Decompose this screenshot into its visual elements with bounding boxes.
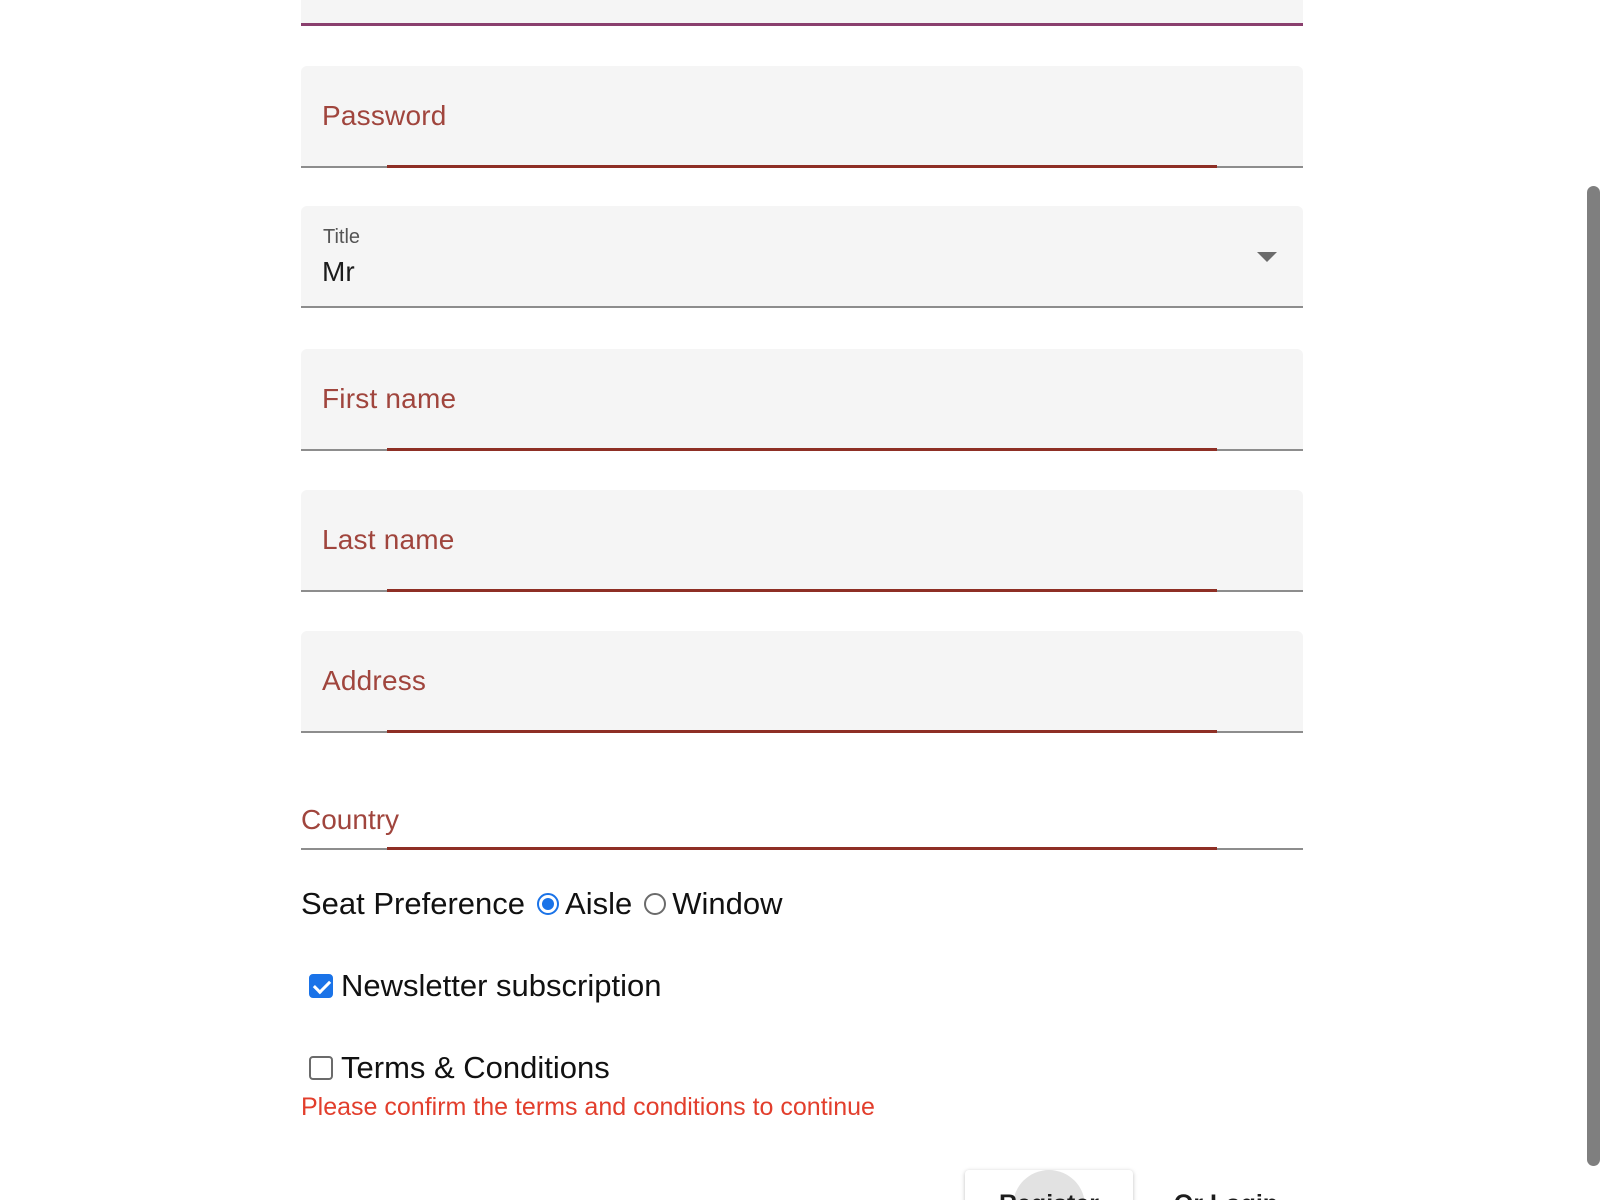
- focus-underline: [301, 23, 1303, 26]
- seat-preference-label: Seat Preference: [301, 886, 526, 921]
- page: Password Title Mr First name Last name A…: [0, 0, 1600, 1200]
- seat-preference-group: Seat Preference Aisle Window: [301, 884, 793, 924]
- title-label: Title: [323, 226, 361, 248]
- terms-error-message: Please confirm the terms and conditions …: [301, 1093, 875, 1121]
- field-underline: [301, 306, 1303, 308]
- first-name-field[interactable]: First name: [301, 349, 1303, 451]
- register-button[interactable]: Register: [965, 1170, 1133, 1200]
- first-name-placeholder: First name: [322, 383, 457, 414]
- window-radio[interactable]: [644, 893, 667, 915]
- address-field[interactable]: Address: [301, 631, 1303, 733]
- error-underline: [387, 730, 1217, 733]
- password-field[interactable]: Password: [301, 66, 1303, 168]
- error-underline: [387, 847, 1217, 850]
- last-name-field[interactable]: Last name: [301, 490, 1303, 592]
- last-name-placeholder: Last name: [322, 524, 455, 555]
- scrollbar-thumb[interactable]: [1587, 186, 1600, 1166]
- caret-down-icon[interactable]: [1257, 252, 1277, 262]
- address-placeholder: Address: [322, 665, 427, 696]
- newsletter-row: Newsletter subscription: [309, 966, 661, 1006]
- error-underline: [387, 165, 1217, 168]
- register-button-label: Register: [965, 1190, 1133, 1200]
- title-select[interactable]: Title Mr: [301, 206, 1303, 308]
- aisle-label[interactable]: Aisle: [565, 886, 632, 922]
- terms-checkbox[interactable]: [309, 1056, 333, 1080]
- newsletter-checkbox[interactable]: [309, 974, 333, 998]
- aisle-radio[interactable]: [537, 893, 560, 915]
- title-value: Mr: [322, 256, 355, 287]
- window-label[interactable]: Window: [672, 886, 782, 922]
- login-button[interactable]: Or Login: [1161, 1170, 1291, 1200]
- previous-field[interactable]: [301, 0, 1303, 26]
- newsletter-label[interactable]: Newsletter subscription: [341, 968, 661, 1004]
- login-button-label: Or Login: [1161, 1190, 1291, 1200]
- password-placeholder: Password: [322, 100, 447, 131]
- terms-label[interactable]: Terms & Conditions: [341, 1050, 610, 1086]
- country-field[interactable]: Country: [301, 792, 1303, 850]
- terms-row: Terms & Conditions: [309, 1048, 610, 1088]
- country-placeholder: Country: [301, 804, 400, 835]
- error-underline: [387, 589, 1217, 592]
- error-underline: [387, 448, 1217, 451]
